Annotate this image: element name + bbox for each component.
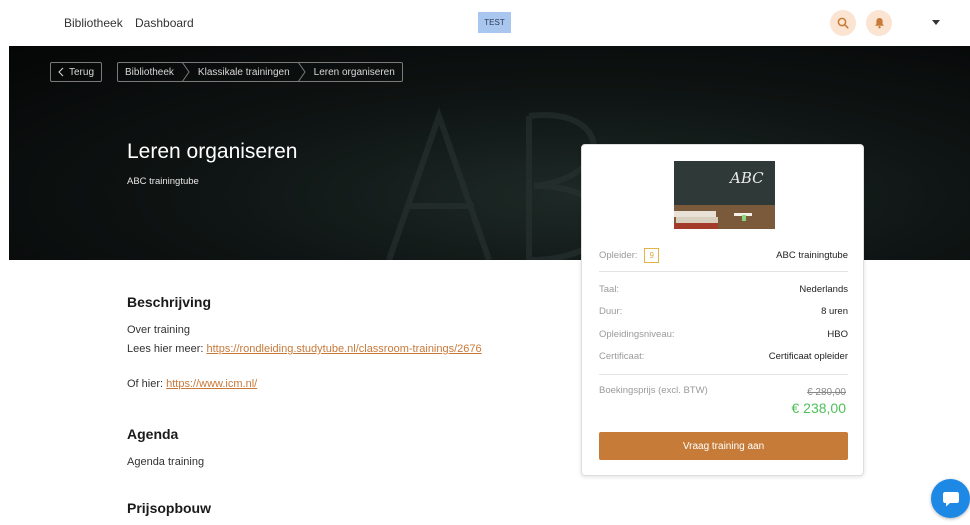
duration-value: 8 uren [821,306,848,317]
language-value: Nederlands [799,284,848,295]
provider-row: Opleider: 9 ABC trainingtube [599,248,848,263]
description-more-line: Lees hier meer: https://rondleiding.stud… [127,343,482,355]
level-row: Opleidingsniveau: HBO [599,329,848,340]
training-thumbnail: ABC [674,161,775,229]
agenda-text: Agenda training [127,456,205,468]
thumbnail-text: ABC [728,169,764,187]
search-icon [837,17,849,29]
environment-badge: TEST [478,12,511,33]
bell-icon [874,18,884,29]
breadcrumb-separator-icon [297,62,306,82]
alt-prefix: Of hier: [127,378,167,390]
provider-name: ABC trainingtube [127,176,199,187]
original-price: € 280,00 [807,387,846,398]
divider [599,374,848,375]
top-nav: Bibliotheek Dashboard TEST [0,0,970,46]
provider-value[interactable]: ABC trainingtube [776,250,848,261]
icm-link[interactable]: https://www.icm.nl/ [166,378,257,390]
training-info-card: ABC Opleider: 9 ABC trainingtube Taal: N… [581,144,864,476]
studytube-link[interactable]: https://rondleiding.studytube.nl/classro… [206,343,481,355]
chat-bubble-icon [942,491,959,506]
description-text: Over training [127,324,190,336]
price-row: Boekingsprijs (excl. BTW) [599,385,739,396]
account-menu-chevron-down-icon[interactable] [932,20,940,25]
provider-rating-badge: 9 [644,248,660,263]
breadcrumb-item-library[interactable]: Bibliotheek [118,63,181,81]
discounted-price: € 238,00 [791,400,847,416]
certificate-value: Certificaat opleider [768,351,848,362]
pricing-heading: Prijsopbouw [127,500,211,516]
search-button[interactable] [830,10,856,36]
breadcrumb-separator-icon [181,62,190,82]
back-button[interactable]: Terug [50,62,103,82]
divider [599,271,848,272]
level-label: Opleidingsniveau: [599,329,675,340]
chat-button[interactable] [931,479,970,518]
certificate-label: Certificaat: [599,351,645,362]
nav-library-link[interactable]: Bibliotheek [64,16,123,30]
duration-row: Duur: 8 uren [599,306,848,317]
certificate-row: Certificaat: Certificaat opleider [599,351,848,362]
provider-label: Opleider: [599,250,638,262]
notifications-button[interactable] [866,10,892,36]
back-label: Terug [69,66,95,78]
breadcrumb-item-current: Leren organiseren [313,66,395,78]
breadcrumb: Bibliotheek Klassikale trainingen Leren … [117,62,403,82]
nav-dashboard-link[interactable]: Dashboard [135,16,194,30]
page-title: Leren organiseren [127,140,298,163]
language-label: Taal: [599,284,620,295]
duration-label: Duur: [599,306,623,317]
description-alt-line: Of hier: https://www.icm.nl/ [127,378,257,390]
level-value: HBO [827,329,848,340]
price-label: Boekingsprijs (excl. BTW) [599,385,708,396]
language-row: Taal: Nederlands [599,284,848,295]
description-heading: Beschrijving [127,294,212,310]
chevron-left-icon [58,67,64,77]
request-training-button[interactable]: Vraag training aan [599,432,848,460]
breadcrumb-item-classroom-trainings[interactable]: Klassikale trainingen [191,63,297,81]
agenda-heading: Agenda [127,426,179,442]
more-prefix: Lees hier meer: [127,343,207,355]
